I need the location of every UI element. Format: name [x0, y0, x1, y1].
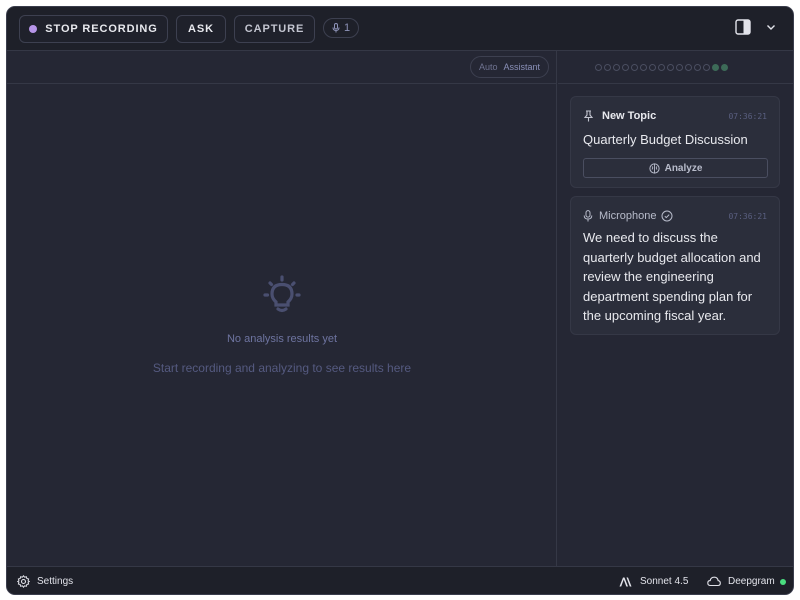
speech-service-label: Deepgram [728, 576, 775, 587]
status-bar: Settings Sonnet 4.5 Deepgram [7, 566, 793, 594]
progress-dot [712, 64, 719, 71]
topic-card-time: 07:36:21 [728, 111, 767, 121]
progress-dot [703, 64, 710, 71]
topic-card-text: Quarterly Budget Discussion [583, 132, 748, 147]
capture-button[interactable]: CAPTURE [234, 15, 315, 43]
topic-card-label: New Topic [602, 110, 657, 122]
transcript-subheader [558, 51, 793, 84]
mode-toggle[interactable]: Auto Assistant [470, 56, 549, 78]
top-toolbar: STOP RECORDING ASK CAPTURE 1 [7, 7, 793, 51]
progress-dots [595, 64, 728, 71]
analysis-panel: Auto Assistant No analysis results yet S… [7, 51, 557, 566]
stop-recording-button[interactable]: STOP RECORDING [19, 15, 168, 43]
transcript-text: We need to discuss the quarterly budget … [583, 230, 761, 323]
lightbulb-icon [263, 275, 301, 313]
empty-state: No analysis results yet Start recording … [7, 275, 557, 375]
brain-icon [648, 162, 660, 174]
progress-dot [676, 64, 683, 71]
microphone-count: 1 [343, 22, 351, 34]
speech-service-indicator[interactable]: Deepgram [707, 567, 786, 594]
settings-label: Settings [37, 576, 74, 587]
recording-indicator-icon [29, 25, 38, 33]
pin-icon [583, 110, 594, 122]
microphone-icon [332, 23, 340, 33]
analyze-label: Analyze [664, 162, 703, 174]
gear-icon [17, 575, 30, 588]
empty-state-title: No analysis results yet [226, 333, 338, 345]
microphone-count-badge[interactable]: 1 [323, 18, 359, 38]
settings-button[interactable]: Settings [17, 567, 74, 594]
progress-dot [649, 64, 656, 71]
progress-dot [622, 64, 629, 71]
model-label: Sonnet 4.5 [640, 576, 689, 587]
capture-label: CAPTURE [244, 23, 305, 35]
progress-dot [640, 64, 647, 71]
progress-dot [604, 64, 611, 71]
anthropic-logo-icon [619, 577, 632, 586]
stop-recording-label: STOP RECORDING [45, 23, 158, 35]
empty-state-subtitle: Start recording and analyzing to see res… [152, 361, 412, 375]
connection-status-dot [779, 578, 786, 585]
analysis-subheader: Auto Assistant [7, 51, 556, 84]
progress-dot [694, 64, 701, 71]
microphone-icon [583, 210, 593, 222]
ask-label: ASK [188, 23, 214, 35]
mode-assistant-label[interactable]: Assistant [504, 62, 541, 72]
progress-dot [595, 64, 602, 71]
progress-dot [685, 64, 692, 71]
microphone-card-label: Microphone [599, 210, 657, 222]
mode-auto-label[interactable]: Auto [479, 62, 498, 72]
microphone-card: Microphone 07:36:21 We need to discuss t… [570, 196, 780, 335]
ask-button[interactable]: ASK [176, 15, 226, 43]
model-indicator[interactable]: Sonnet 4.5 [619, 567, 689, 594]
microphone-card-time: 07:36:21 [728, 211, 767, 221]
topic-card: New Topic 07:36:21 Quarterly Budget Disc… [570, 96, 780, 188]
app-window: STOP RECORDING ASK CAPTURE 1 Auto Assist… [6, 6, 794, 595]
progress-dot [631, 64, 638, 71]
analyze-button[interactable]: Analyze [583, 158, 768, 178]
progress-dot [658, 64, 665, 71]
progress-dot [667, 64, 674, 71]
transcript-panel: New Topic 07:36:21 Quarterly Budget Disc… [558, 51, 793, 566]
panel-toggle-icon[interactable] [735, 19, 751, 35]
chevron-down-icon[interactable] [765, 21, 777, 33]
check-circle-icon [661, 210, 673, 222]
progress-dot [721, 64, 728, 71]
cloud-icon [707, 576, 721, 587]
progress-dot [613, 64, 620, 71]
